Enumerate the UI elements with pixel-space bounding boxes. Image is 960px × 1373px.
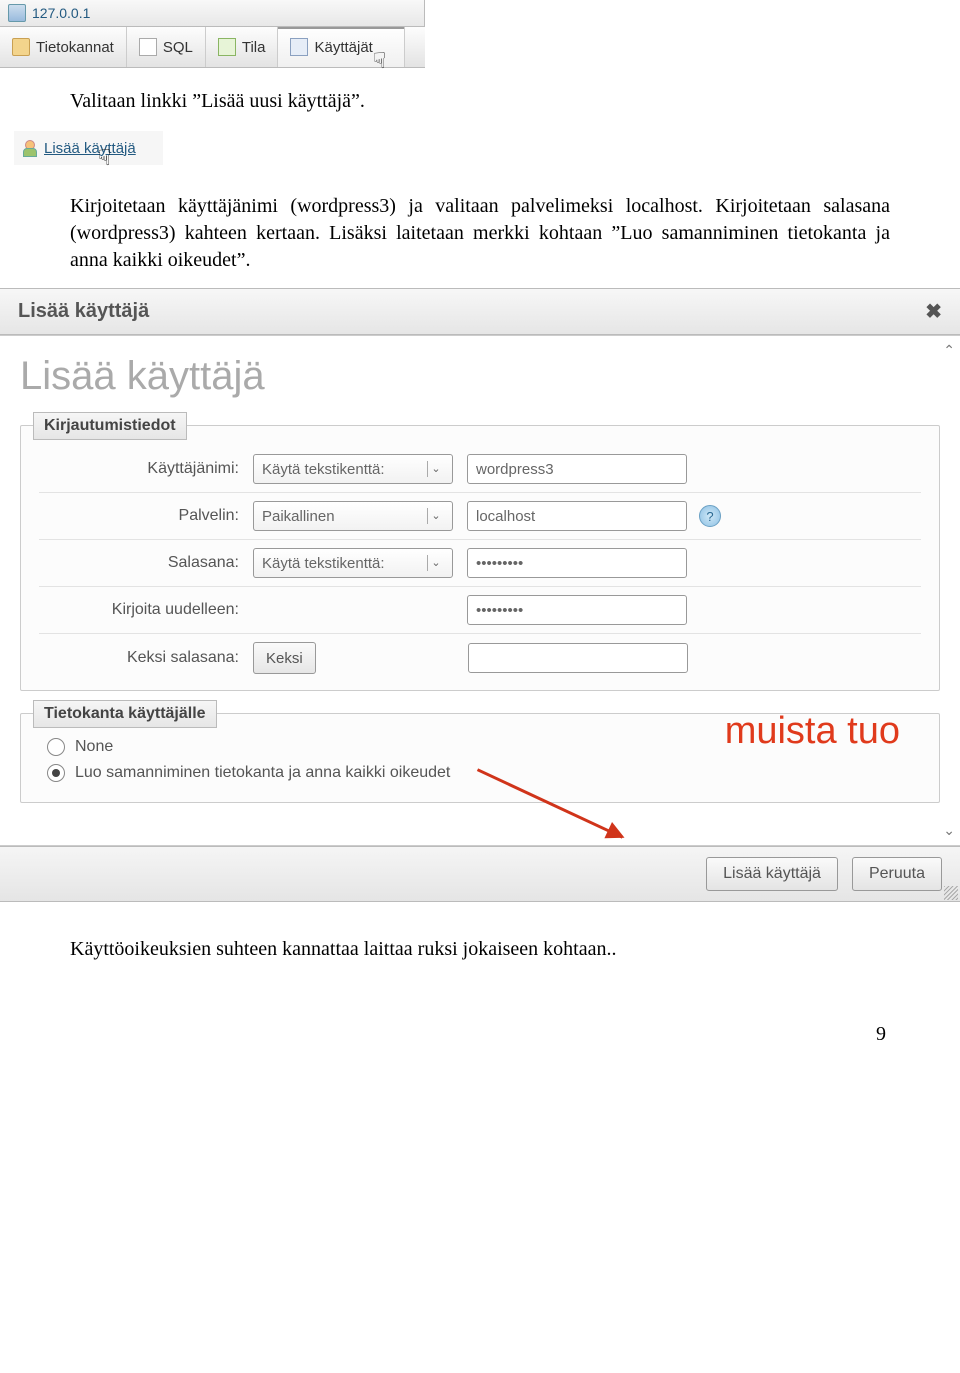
- server-icon: [8, 4, 26, 22]
- row-generate: Keksi salasana: Keksi: [39, 634, 921, 682]
- tab-databases[interactable]: Tietokannat: [0, 27, 127, 67]
- radio-row-create-db[interactable]: Luo samanniminen tietokanta ja anna kaik…: [39, 760, 921, 786]
- cancel-button[interactable]: Peruuta: [852, 857, 942, 891]
- row-retype: Kirjoita uudelleen:: [39, 587, 921, 634]
- select-value: Paikallinen: [262, 508, 335, 525]
- chevron-down-icon: ⌄: [427, 555, 444, 571]
- input-retype[interactable]: [467, 595, 687, 625]
- sql-icon: [139, 38, 157, 56]
- radio-icon: [47, 764, 65, 782]
- help-icon[interactable]: ?: [699, 505, 721, 527]
- dialog-header: Lisää käyttäjä ✖: [0, 288, 960, 335]
- cursor-hand-icon: ☟: [373, 48, 386, 74]
- select-username-mode[interactable]: Käytä tekstikenttä: ⌄: [253, 454, 453, 484]
- legend-db: Tietokanta käyttäjälle: [33, 700, 217, 728]
- row-host: Palvelin: Paikallinen ⌄ ?: [39, 493, 921, 540]
- annotation-remember: muista tuo: [725, 710, 900, 753]
- breadcrumb: 127.0.0.1: [0, 0, 425, 27]
- add-user-link[interactable]: Lisää käyttäjä: [44, 140, 136, 157]
- status-icon: [218, 38, 236, 56]
- doc-paragraph-3: Käyttöoikeuksien suhteen kannattaa laitt…: [70, 936, 890, 963]
- radio-icon: [47, 738, 65, 756]
- radio-label: Luo samanniminen tietokanta ja anna kaik…: [75, 764, 450, 782]
- database-icon: [12, 38, 30, 56]
- doc-paragraph-2: Kirjoitetaan käyttäjänimi (wordpress3) j…: [70, 193, 890, 274]
- row-password: Salasana: Käytä tekstikenttä: ⌄: [39, 540, 921, 587]
- pma-top-nav: 127.0.0.1 Tietokannat SQL Tila Käyttäjät…: [0, 0, 425, 68]
- radio-label: None: [75, 738, 113, 756]
- scroll-up-icon[interactable]: ⌃: [943, 342, 955, 359]
- fieldset-login: Kirjautumistiedot Käyttäjänimi: Käytä te…: [20, 425, 940, 691]
- select-value: Käytä tekstikenttä:: [262, 461, 385, 478]
- chevron-down-icon: ⌄: [427, 508, 444, 524]
- add-user-link-fragment: Lisää käyttäjä ☟: [14, 131, 163, 165]
- tab-label: Käyttäjät: [314, 39, 372, 56]
- tab-sql[interactable]: SQL: [127, 27, 206, 67]
- label-host: Palvelin:: [39, 507, 253, 525]
- chevron-down-icon: ⌄: [427, 461, 444, 477]
- input-host[interactable]: [467, 501, 687, 531]
- input-password[interactable]: [467, 548, 687, 578]
- server-name: 127.0.0.1: [32, 5, 90, 21]
- dialog-body: ⌃ Lisää käyttäjä Kirjautumistiedot Käytt…: [0, 335, 960, 846]
- dialog-footer: Lisää käyttäjä Peruuta: [0, 846, 960, 902]
- generate-password-button[interactable]: Keksi: [253, 642, 316, 674]
- resize-handle-icon[interactable]: [944, 886, 958, 900]
- label-retype: Kirjoita uudelleen:: [39, 601, 253, 619]
- dialog-title: Lisää käyttäjä: [18, 300, 149, 323]
- label-username: Käyttäjänimi:: [39, 460, 253, 478]
- input-username[interactable]: [467, 454, 687, 484]
- tab-users[interactable]: Käyttäjät ☟: [278, 27, 405, 67]
- label-generate: Keksi salasana:: [39, 649, 253, 667]
- add-user-icon: [22, 140, 38, 156]
- users-icon: [290, 38, 308, 56]
- tab-label: Tila: [242, 39, 266, 56]
- tab-label: SQL: [163, 39, 193, 56]
- tab-status[interactable]: Tila: [206, 27, 279, 67]
- label-password: Salasana:: [39, 554, 253, 572]
- doc-paragraph-1: Valitaan linkki ”Lisää uusi käyttäjä”.: [70, 88, 890, 115]
- legend-login: Kirjautumistiedot: [33, 412, 187, 440]
- arrow-head-icon: [604, 822, 628, 846]
- add-user-dialog: Lisää käyttäjä ✖ ⌃ Lisää käyttäjä Kirjau…: [0, 288, 960, 902]
- submit-add-user-button[interactable]: Lisää käyttäjä: [706, 857, 838, 891]
- close-icon[interactable]: ✖: [925, 299, 942, 324]
- row-username: Käyttäjänimi: Käytä tekstikenttä: ⌄: [39, 446, 921, 493]
- add-user-link-text: Lisää käyttäjä: [44, 140, 136, 157]
- top-tabs: Tietokannat SQL Tila Käyttäjät ☟: [0, 27, 425, 68]
- dialog-heading: Lisää käyttäjä: [20, 354, 940, 399]
- tab-label: Tietokannat: [36, 39, 114, 56]
- select-host-mode[interactable]: Paikallinen ⌄: [253, 501, 453, 531]
- select-value: Käytä tekstikenttä:: [262, 555, 385, 572]
- cursor-hand-icon: ☟: [98, 145, 111, 171]
- input-generated[interactable]: [468, 643, 688, 673]
- scroll-down-icon[interactable]: ⌄: [943, 822, 955, 839]
- page-number: 9: [74, 1023, 886, 1046]
- select-password-mode[interactable]: Käytä tekstikenttä: ⌄: [253, 548, 453, 578]
